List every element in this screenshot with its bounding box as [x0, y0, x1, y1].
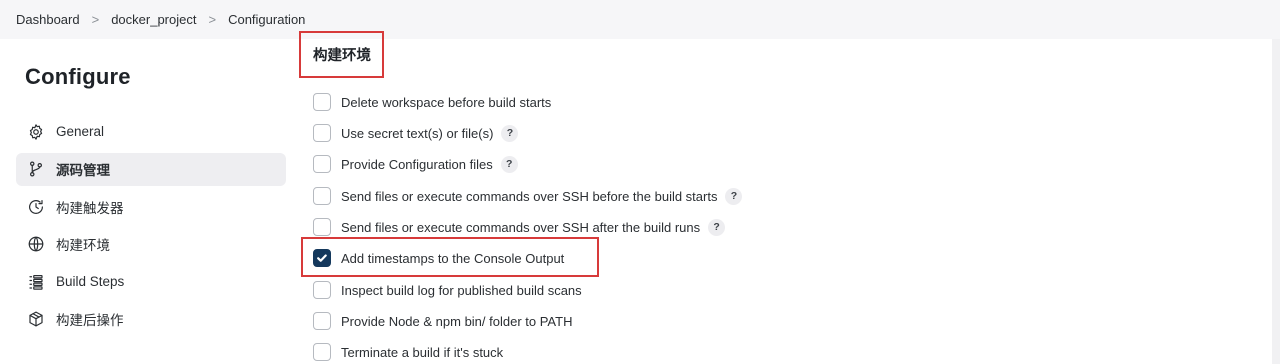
check-icon — [317, 254, 327, 262]
sidebar-item-label: General — [56, 124, 105, 139]
option-timestamps: Add timestamps to the Console Output — [313, 247, 564, 269]
option-label[interactable]: Provide Configuration files — [341, 157, 493, 172]
sidebar-item-post-build[interactable]: 构建后操作 — [16, 303, 286, 336]
checkbox[interactable] — [313, 281, 331, 299]
option-label[interactable]: Provide Node & npm bin/ folder to PATH — [341, 314, 572, 329]
sidebar-item-source-control[interactable]: 源码管理 — [16, 152, 286, 186]
breadcrumb-separator: > — [208, 12, 217, 27]
option-inspect-build-log: Inspect build log for published build sc… — [313, 279, 582, 301]
checkbox[interactable] — [313, 187, 331, 205]
option-config-files: Provide Configuration files ? — [313, 153, 518, 175]
sidebar-item-label: 构建后操作 — [56, 313, 124, 328]
list-icon — [26, 272, 46, 292]
sidebar-item-label: 源码管理 — [56, 163, 110, 178]
box-icon — [26, 309, 46, 329]
option-label[interactable]: Add timestamps to the Console Output — [341, 251, 564, 266]
help-icon[interactable]: ? — [500, 155, 518, 173]
option-label[interactable]: Inspect build log for published build sc… — [341, 283, 582, 298]
section-heading-highlight: 构建环境 — [299, 31, 384, 78]
gear-icon — [26, 122, 46, 142]
breadcrumb-configuration[interactable]: Configuration — [228, 12, 305, 27]
option-node-npm: Provide Node & npm bin/ folder to PATH — [313, 310, 572, 332]
help-icon[interactable]: ? — [501, 124, 519, 142]
sidebar-item-label: 构建触发器 — [56, 200, 124, 216]
option-ssh-after: Send files or execute commands over SSH … — [313, 216, 726, 238]
globe-icon — [26, 234, 46, 254]
option-label[interactable]: Send files or execute commands over SSH … — [341, 189, 717, 204]
option-terminate-stuck: Terminate a build if it's stuck — [313, 341, 503, 363]
breadcrumb: Dashboard > docker_project > Configurati… — [0, 0, 1280, 39]
checkbox[interactable] — [313, 93, 331, 111]
option-label[interactable]: Delete workspace before build starts — [341, 95, 551, 110]
sidebar-item-label: Build Steps — [56, 274, 125, 289]
help-icon[interactable]: ? — [708, 218, 726, 236]
scrollbar[interactable] — [1272, 39, 1280, 364]
breadcrumb-separator: > — [91, 12, 100, 27]
option-secret-text: Use secret text(s) or file(s) ? — [313, 122, 519, 144]
option-delete-workspace: Delete workspace before build starts — [313, 91, 551, 113]
sidebar-item-general[interactable]: General — [16, 115, 286, 148]
option-label[interactable]: Terminate a build if it's stuck — [341, 345, 503, 360]
checkbox[interactable] — [313, 155, 331, 173]
sidebar-item-build-steps[interactable]: Build Steps — [16, 265, 286, 298]
option-label[interactable]: Use secret text(s) or file(s) — [341, 126, 493, 141]
checkbox[interactable] — [313, 124, 331, 142]
checkbox-checked[interactable] — [313, 249, 331, 267]
checkbox[interactable] — [313, 343, 331, 361]
breadcrumb-project[interactable]: docker_project — [111, 12, 196, 27]
page-title: Configure — [25, 64, 131, 89]
help-icon[interactable]: ? — [725, 187, 743, 205]
breadcrumb-dashboard[interactable]: Dashboard — [16, 12, 80, 27]
checkbox[interactable] — [313, 218, 331, 236]
clock-icon — [26, 197, 46, 217]
branch-icon — [26, 159, 46, 179]
checkbox[interactable] — [313, 312, 331, 330]
sidebar-item-label: 构建环境 — [56, 238, 110, 253]
sidebar: General 源码管理 构建触发器 构建环境 Build Steps 构建后操… — [16, 115, 286, 340]
option-ssh-before: Send files or execute commands over SSH … — [313, 185, 743, 207]
option-label[interactable]: Send files or execute commands over SSH … — [341, 220, 700, 235]
sidebar-item-build-environment[interactable]: 构建环境 — [16, 228, 286, 261]
sidebar-item-build-triggers[interactable]: 构建触发器 — [16, 190, 286, 223]
section-title: 构建环境 — [313, 48, 371, 64]
